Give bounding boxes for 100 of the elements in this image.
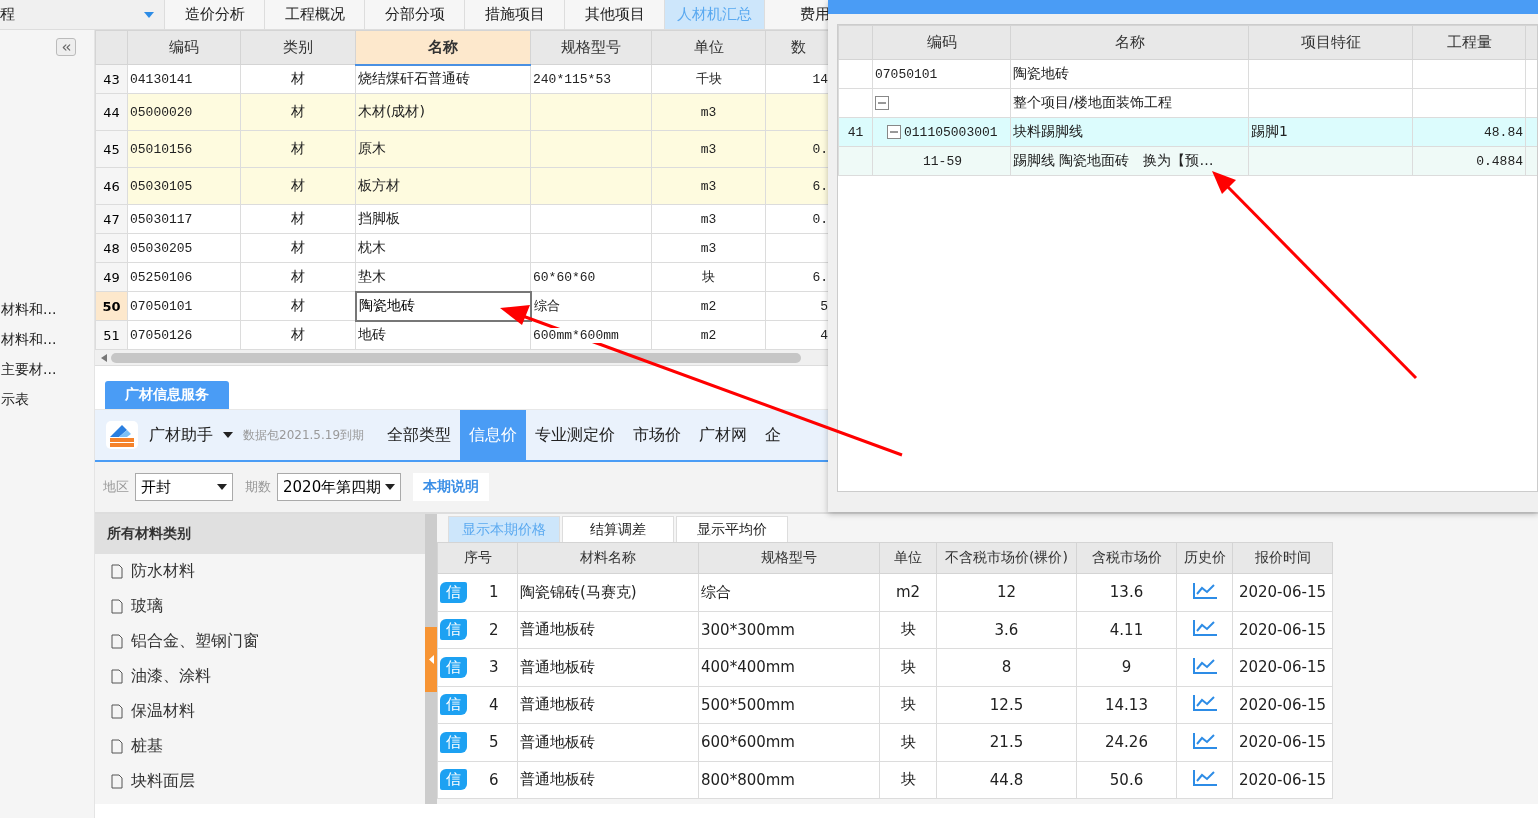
table-cell: m2 xyxy=(879,573,937,611)
price-type-tab[interactable]: 企 xyxy=(756,410,791,460)
table-cell: 44.8 xyxy=(936,761,1077,799)
chart-icon[interactable] xyxy=(1191,769,1218,788)
table-cell: 材 xyxy=(240,262,356,292)
period-select[interactable]: 2020年第四期 xyxy=(277,473,401,501)
package-expiry: 数据包2021.5.19到期 xyxy=(243,426,365,444)
collapse-icon[interactable] xyxy=(887,125,901,139)
column-header[interactable]: 名称 xyxy=(1010,25,1249,60)
table-cell: 05030205 xyxy=(127,233,241,263)
table-cell: 8 xyxy=(936,648,1077,686)
category-item[interactable]: 桩基 xyxy=(95,729,425,764)
table-cell: 9 xyxy=(1076,648,1177,686)
sidebar-item[interactable]: 示表 xyxy=(0,391,94,409)
category-item[interactable]: 块料面层 xyxy=(95,764,425,799)
table-cell: 综合 xyxy=(533,299,560,314)
chart-icon[interactable] xyxy=(1191,581,1218,600)
row-number: 50 xyxy=(95,291,128,321)
price-type-tab[interactable]: 专业测定价 xyxy=(526,410,625,460)
table-cell: 挡脚板 xyxy=(355,204,531,234)
column-header[interactable]: 名称 xyxy=(355,30,531,65)
price-type-tab[interactable]: 市场价 xyxy=(624,410,691,460)
table-cell: 材 xyxy=(240,320,356,350)
column-header[interactable]: 编码 xyxy=(872,25,1011,60)
column-header[interactable]: 含税市场价 xyxy=(1076,542,1177,574)
table-cell: 1 xyxy=(489,583,499,602)
table-cell: 2020-06-15 xyxy=(1232,611,1333,649)
table-cell: 踢脚线 陶瓷地面砖 换为【预… xyxy=(1010,146,1249,176)
edit-cell[interactable]: 陶瓷地砖 xyxy=(355,291,531,321)
period-label: 期数 xyxy=(245,478,271,496)
code-text: 011105003001 xyxy=(904,124,998,140)
column-header[interactable]: 历史价 xyxy=(1176,542,1233,574)
table-cell: 600*600mm xyxy=(698,723,880,761)
table-cell: m3 xyxy=(651,93,766,131)
price-type-tab[interactable]: 广材网 xyxy=(690,410,757,460)
column-header[interactable]: 报价时间 xyxy=(1232,542,1333,574)
view-tab[interactable]: 显示平均价 xyxy=(676,516,788,542)
table-cell: 5 xyxy=(489,733,499,752)
column-header[interactable]: 工程量 xyxy=(1412,25,1526,60)
dropdown-caret-icon xyxy=(385,484,395,490)
view-tab[interactable]: 结算调差 xyxy=(562,516,674,542)
column-header[interactable]: 数 xyxy=(765,30,830,65)
table-cell: 块 xyxy=(879,723,937,761)
collapse-icon[interactable] xyxy=(875,96,889,110)
table-cell: 普通地板砖 xyxy=(517,611,699,649)
column-header[interactable]: 材料名称 xyxy=(517,542,699,574)
category-item[interactable]: 保温材料 xyxy=(95,694,425,729)
column-header[interactable]: 规格型号 xyxy=(530,30,652,65)
table-cell: 2020-06-15 xyxy=(1232,761,1333,799)
column-header[interactable]: 编码 xyxy=(127,30,241,65)
sidebar-item[interactable]: 主要材... xyxy=(0,361,94,379)
logo-icon xyxy=(105,420,139,450)
column-header[interactable]: 规格型号 xyxy=(698,542,880,574)
file-icon xyxy=(111,599,123,614)
table-cell: 地砖 xyxy=(355,320,531,350)
table-cell: 50.6 xyxy=(1076,761,1177,799)
table-cell: 05000020 xyxy=(127,93,241,131)
table-cell: m2 xyxy=(651,320,766,350)
chart-icon[interactable] xyxy=(1191,656,1218,675)
category-item[interactable]: 玻璃 xyxy=(95,589,425,624)
region-select[interactable]: 开封 xyxy=(135,473,233,501)
scrollbar-thumb[interactable] xyxy=(111,352,801,363)
column-header[interactable]: 项目特征 xyxy=(1248,25,1413,60)
scroll-left-icon[interactable] xyxy=(101,353,107,362)
column-header[interactable]: 不含税市场价(裸价) xyxy=(936,542,1077,574)
collapse-handle[interactable] xyxy=(425,626,437,692)
category-item[interactable]: 铝合金、塑钢门窗 xyxy=(95,624,425,659)
table-cell: 材 xyxy=(240,204,356,234)
table-cell: 05030105 xyxy=(127,167,241,205)
column-header[interactable]: 单位 xyxy=(879,542,937,574)
row-number: 49 xyxy=(95,262,128,292)
price-type-tab[interactable]: 全部类型 xyxy=(378,410,461,460)
column-header[interactable]: 类别 xyxy=(240,30,356,65)
sidebar-item[interactable]: 材料和... xyxy=(0,301,94,319)
table-cell: 6 xyxy=(489,770,499,789)
chart-icon[interactable] xyxy=(1191,731,1218,750)
table-cell: 05030117 xyxy=(127,204,241,234)
category-item[interactable]: 油漆、涂料 xyxy=(95,659,425,694)
row-number: 51 xyxy=(95,320,128,350)
project-select[interactable]: 程 xyxy=(0,0,165,29)
category-item[interactable]: 防水材料 xyxy=(95,554,425,589)
sidebar-item[interactable]: 材料和... xyxy=(0,331,94,349)
code-text: 07050101 xyxy=(875,66,938,82)
assistant-menu[interactable]: 广材助手 xyxy=(149,424,213,446)
chart-icon[interactable] xyxy=(1191,694,1218,713)
table-cell: 2020-06-15 xyxy=(1232,686,1333,724)
file-icon xyxy=(111,634,123,649)
column-header[interactable]: 单位 xyxy=(651,30,766,65)
table-cell: 千块 xyxy=(651,64,766,94)
file-icon xyxy=(111,774,123,789)
region-label: 地区 xyxy=(103,478,129,496)
dropdown-caret-icon xyxy=(144,11,154,18)
chart-icon[interactable] xyxy=(1191,619,1218,638)
collapse-button[interactable] xyxy=(56,38,76,56)
file-icon xyxy=(111,739,123,754)
table-cell: 块 xyxy=(879,648,937,686)
table-cell: 普通地板砖 xyxy=(517,761,699,799)
column-header[interactable]: 序号 xyxy=(437,542,518,574)
code-text: 11-59 xyxy=(923,153,962,169)
table-cell: 05250106 xyxy=(127,262,241,292)
